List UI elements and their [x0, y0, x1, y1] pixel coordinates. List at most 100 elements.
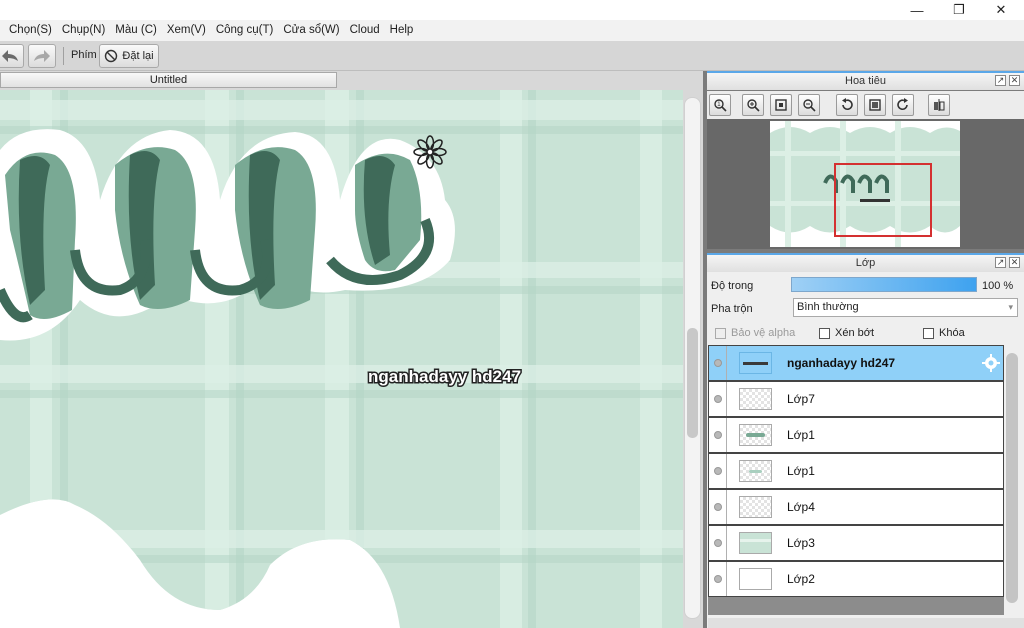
menu-help[interactable]: Help: [385, 20, 419, 41]
layer-name: Lớp3: [787, 536, 815, 550]
zoom-fit-button[interactable]: 1: [709, 94, 731, 116]
rotate-right-button[interactable]: [892, 94, 914, 116]
rotate-left-button[interactable]: [836, 94, 858, 116]
visibility-toggle[interactable]: [709, 490, 727, 524]
protect-alpha-label: Bảo vệ alpha: [731, 327, 796, 339]
gear-icon[interactable]: [982, 354, 1000, 372]
canvas-vertical-scrollbar[interactable]: [684, 97, 701, 619]
panel-close-icon[interactable]: ✕: [1009, 75, 1020, 86]
fit-window-icon: [775, 99, 787, 111]
layer-list: nganhadayy hd247 Lớp7 Lớp1 Lớp1 Lớp4 Lớp…: [708, 345, 1004, 615]
layer-row[interactable]: Lớp1: [708, 417, 1004, 453]
zoom-out-icon: [803, 99, 816, 112]
visibility-toggle[interactable]: [709, 454, 727, 488]
blend-mode-select[interactable]: Bình thường ▾: [793, 298, 1018, 317]
thumb-ribbon-mark: [749, 470, 762, 473]
eye-dot-icon: [713, 503, 722, 511]
visibility-toggle[interactable]: [709, 562, 727, 596]
reset-label: Đặt lại: [122, 50, 154, 62]
visibility-toggle[interactable]: [709, 346, 727, 380]
canvas-area: Untitled nganhadayy hd247: [0, 71, 703, 628]
layer-thumbnail: [739, 352, 772, 374]
navigator-toolbar: 1: [707, 91, 1024, 119]
toolbar: Phím Đặt lại: [0, 41, 1024, 71]
lock-label: Khóa: [939, 327, 965, 339]
lock-checkbox[interactable]: Khóa: [923, 327, 965, 339]
reset-rotation-button[interactable]: [864, 94, 886, 116]
eye-dot-icon: [713, 431, 722, 439]
panel-undock-icon[interactable]: ↗: [995, 257, 1006, 268]
chevron-down-icon: ▾: [1008, 302, 1013, 312]
navigator-view[interactable]: [707, 119, 1024, 249]
navigator-title-text: Hoa tiêu: [845, 75, 886, 87]
undo-button[interactable]: [0, 44, 24, 68]
menu-capture[interactable]: Chụp(N): [57, 20, 110, 41]
zoom-fit-icon: 1: [714, 99, 727, 112]
layer-scroll-thumb[interactable]: [1006, 353, 1018, 603]
layer-thumbnail: [739, 532, 772, 554]
navigator-viewport-rect[interactable]: [834, 163, 932, 237]
checkbox-box: [715, 327, 726, 339]
blend-mode-value: Bình thường: [797, 301, 859, 313]
layer-thumbnail: [739, 460, 772, 482]
app-window: — ❐ ✕ Chọn(S) Chụp(N) Màu (C) Xem(V) Côn…: [0, 0, 1024, 628]
menu-cloud[interactable]: Cloud: [345, 20, 385, 41]
fit-window-button[interactable]: [770, 94, 792, 116]
layer-name: nganhadayy hd247: [787, 356, 896, 370]
menu-bar: Chọn(S) Chụp(N) Màu (C) Xem(V) Công cụ(T…: [0, 20, 1024, 41]
watermark-text: nganhadayy hd247: [368, 367, 521, 386]
minimize-button[interactable]: —: [897, 0, 937, 20]
eye-dot-icon: [713, 395, 722, 403]
menu-tools[interactable]: Công cụ(T): [211, 20, 279, 41]
eye-dot-icon: [713, 575, 722, 583]
right-panels: Hoa tiêu ↗ ✕ 1 Lớp ↗ ✕ Độ trong 100 % Ph…: [703, 71, 1024, 628]
layer-thumbnail: [739, 496, 772, 518]
menu-color[interactable]: Màu (C): [110, 20, 162, 41]
panel-undock-icon[interactable]: ↗: [995, 75, 1006, 86]
clipping-checkbox[interactable]: Xén bớt: [819, 327, 874, 339]
visibility-toggle[interactable]: [709, 418, 727, 452]
layer-name: Lớp1: [787, 428, 815, 442]
layer-title-text: Lớp: [855, 257, 876, 269]
protect-alpha-checkbox[interactable]: Bảo vệ alpha: [715, 327, 795, 339]
eye-dot-icon: [713, 539, 722, 547]
navigator-panel-title: Hoa tiêu ↗ ✕: [707, 71, 1024, 90]
layer-thumbnail: [739, 388, 772, 410]
checkbox-box: [819, 327, 830, 339]
opacity-label: Độ trong: [711, 280, 754, 292]
menu-select[interactable]: Chọn(S): [4, 20, 57, 41]
layer-row[interactable]: nganhadayy hd247: [708, 345, 1004, 381]
shortcut-label: Phím: [71, 49, 97, 61]
menu-window[interactable]: Cửa sổ(W): [278, 20, 344, 41]
canvas-scroll-thumb[interactable]: [687, 328, 698, 438]
layer-row[interactable]: Lớp7: [708, 381, 1004, 417]
zoom-out-button[interactable]: [798, 94, 820, 116]
visibility-toggle[interactable]: [709, 382, 727, 416]
eye-dot-icon: [713, 467, 722, 475]
visibility-toggle[interactable]: [709, 526, 727, 560]
layer-row[interactable]: Lớp2: [708, 561, 1004, 597]
panel-close-icon[interactable]: ✕: [1009, 257, 1020, 268]
flip-icon: [934, 99, 945, 111]
opacity-slider[interactable]: [791, 277, 977, 292]
thumb-text-mark: [743, 362, 768, 365]
layer-row[interactable]: Lớp3: [708, 525, 1004, 561]
reset-button[interactable]: Đặt lại: [99, 44, 159, 68]
layer-row[interactable]: Lớp1: [708, 453, 1004, 489]
menu-view[interactable]: Xem(V): [162, 20, 211, 41]
drawing-canvas[interactable]: nganhadayy hd247: [0, 90, 683, 628]
restore-button[interactable]: ❐: [939, 0, 979, 20]
redo-button[interactable]: [28, 44, 56, 68]
flip-button[interactable]: [928, 94, 950, 116]
layer-list-scrollbar[interactable]: [1004, 345, 1021, 615]
layer-thumbnail: [739, 568, 772, 590]
layer-name: Lớp2: [787, 572, 815, 586]
document-tab[interactable]: Untitled: [0, 72, 337, 88]
close-button[interactable]: ✕: [981, 0, 1021, 20]
rotate-left-icon: [842, 98, 853, 111]
layer-name: Lớp4: [787, 500, 815, 514]
title-bar: — ❐ ✕: [0, 0, 1024, 20]
layer-row[interactable]: Lớp4: [708, 489, 1004, 525]
zoom-in-button[interactable]: [742, 94, 764, 116]
layer-thumbnail: [739, 424, 772, 446]
